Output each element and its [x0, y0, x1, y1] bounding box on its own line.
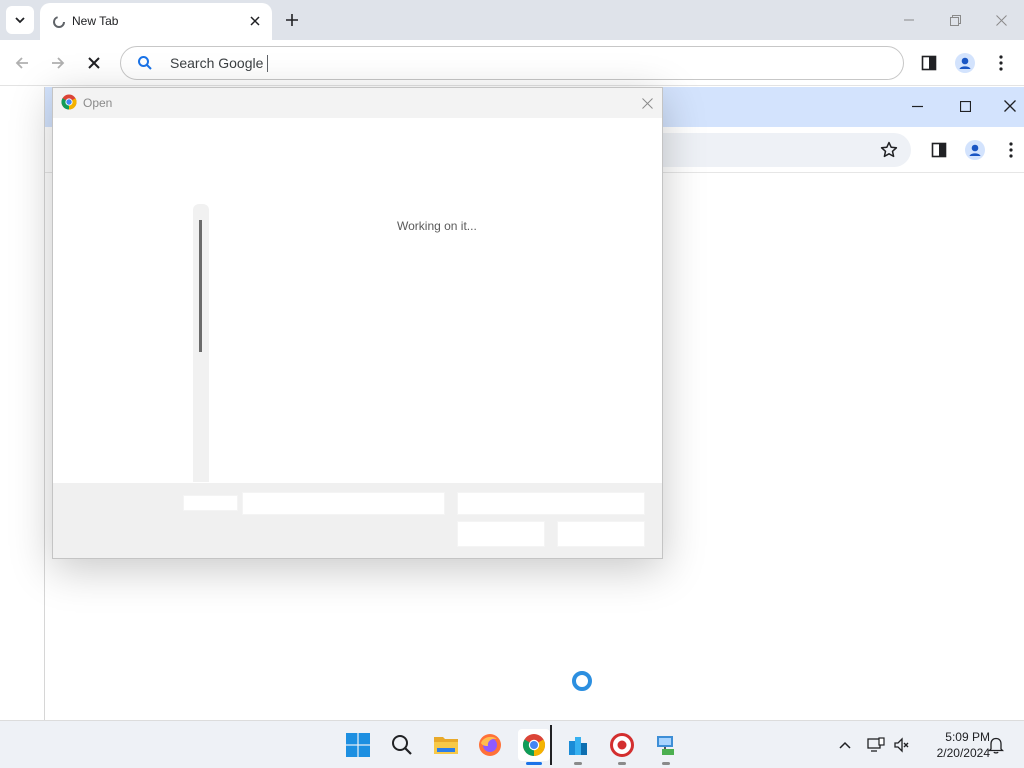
tab-strip: New Tab [0, 0, 1024, 40]
dialog-close-button[interactable] [637, 93, 657, 113]
notifications-button[interactable] [986, 735, 1006, 755]
minimize-icon [911, 105, 923, 107]
search-icon [138, 56, 152, 70]
taskbar-app-network[interactable] [650, 729, 682, 765]
taskbar-firefox[interactable] [474, 729, 506, 761]
volume-muted-icon [894, 737, 909, 753]
dialog-footer [53, 483, 662, 558]
file-type-dropdown-placeholder[interactable] [457, 492, 645, 515]
arrow-right-icon [52, 57, 65, 69]
chrome-icon [61, 94, 77, 110]
loading-favicon-icon [53, 16, 65, 28]
side-panel-button[interactable] [915, 49, 943, 77]
red-circle-app-icon [610, 733, 634, 757]
file-name-input-placeholder[interactable] [242, 492, 445, 515]
cubes-app-icon [569, 737, 587, 755]
minimize-icon [904, 19, 914, 21]
taskbar-app-red-circle[interactable] [606, 729, 638, 765]
open-file-dialog: Open Working on it... [52, 87, 663, 559]
text-caret [267, 55, 268, 72]
minimize-button[interactable] [893, 6, 925, 34]
clock-date: 2/20/2024 [936, 746, 990, 760]
secondary-menu-button[interactable] [997, 136, 1024, 164]
star-icon[interactable] [880, 141, 898, 159]
active-app-indicator [526, 762, 542, 765]
search-icon [392, 735, 412, 755]
chevron-up-icon [839, 741, 851, 749]
open-button-placeholder[interactable] [457, 521, 545, 547]
tab-title: New Tab [72, 14, 119, 28]
maximize-icon [959, 100, 971, 112]
plus-icon [286, 14, 298, 26]
restore-icon [949, 14, 961, 26]
windows-logo-icon [346, 733, 370, 757]
cancel-button-placeholder[interactable] [557, 521, 645, 547]
text-cursor-beam [550, 725, 552, 765]
close-window-button[interactable] [985, 6, 1017, 34]
loading-spinner-icon [572, 671, 592, 691]
close-icon [995, 14, 1007, 26]
clock-time: 5:09 PM [945, 730, 990, 744]
secondary-minimize-button[interactable] [901, 92, 933, 120]
avatar-icon [955, 53, 975, 73]
stop-loading-button[interactable] [80, 49, 108, 77]
close-icon [641, 97, 653, 109]
new-tab-button[interactable] [280, 8, 304, 32]
tab-search-button[interactable] [6, 6, 34, 34]
secondary-close-button[interactable] [994, 92, 1024, 120]
network-icon [867, 737, 885, 752]
more-vertical-icon [999, 55, 1003, 71]
profile-button[interactable] [951, 49, 979, 77]
start-button[interactable] [342, 729, 374, 761]
show-hidden-icons-button[interactable] [835, 735, 855, 755]
loading-status-text: Working on it... [397, 219, 477, 233]
close-icon [88, 57, 100, 69]
running-app-indicator [618, 762, 626, 765]
chrome-icon [523, 734, 545, 756]
browser-toolbar: Search Google [0, 40, 1024, 86]
network-computer-icon [657, 736, 674, 755]
secondary-side-panel-button[interactable] [925, 136, 953, 164]
dialog-title: Open [83, 96, 113, 110]
side-panel-icon [931, 142, 947, 158]
volume-button[interactable] [892, 735, 912, 755]
close-icon [1004, 100, 1016, 112]
close-tab-button[interactable] [246, 12, 264, 30]
running-app-indicator [662, 762, 670, 765]
secondary-maximize-button[interactable] [949, 92, 981, 120]
firefox-icon [479, 734, 501, 756]
chevron-down-icon [15, 17, 25, 24]
file-name-label-placeholder [183, 495, 238, 511]
more-vertical-icon [1009, 142, 1013, 158]
running-app-indicator [574, 762, 582, 765]
folder-icon [434, 737, 458, 754]
tab-new-tab[interactable]: New Tab [40, 3, 272, 40]
dialog-titlebar: Open [53, 88, 662, 118]
secondary-profile-button[interactable] [961, 136, 989, 164]
back-button[interactable] [8, 49, 36, 77]
menu-button[interactable] [987, 49, 1015, 77]
bell-icon [988, 737, 1004, 754]
address-bar-placeholder: Search Google [170, 55, 264, 71]
taskbar-file-explorer[interactable] [430, 729, 462, 761]
avatar-icon [965, 140, 985, 160]
windows-taskbar: 5:09 PM 2/20/2024 [0, 720, 1024, 768]
taskbar-search-button[interactable] [386, 729, 418, 761]
taskbar-chrome[interactable] [518, 729, 550, 765]
scrollbar-thumb[interactable] [199, 220, 202, 352]
address-bar[interactable]: Search Google [120, 46, 904, 80]
network-status-button[interactable] [866, 735, 886, 755]
system-clock[interactable]: 5:09 PM 2/20/2024 [918, 729, 990, 761]
side-panel-icon [921, 55, 937, 71]
close-icon [250, 16, 260, 26]
restore-button[interactable] [939, 6, 971, 34]
arrow-left-icon [15, 57, 28, 69]
taskbar-app-cubes[interactable] [562, 729, 594, 765]
forward-button[interactable] [44, 49, 72, 77]
